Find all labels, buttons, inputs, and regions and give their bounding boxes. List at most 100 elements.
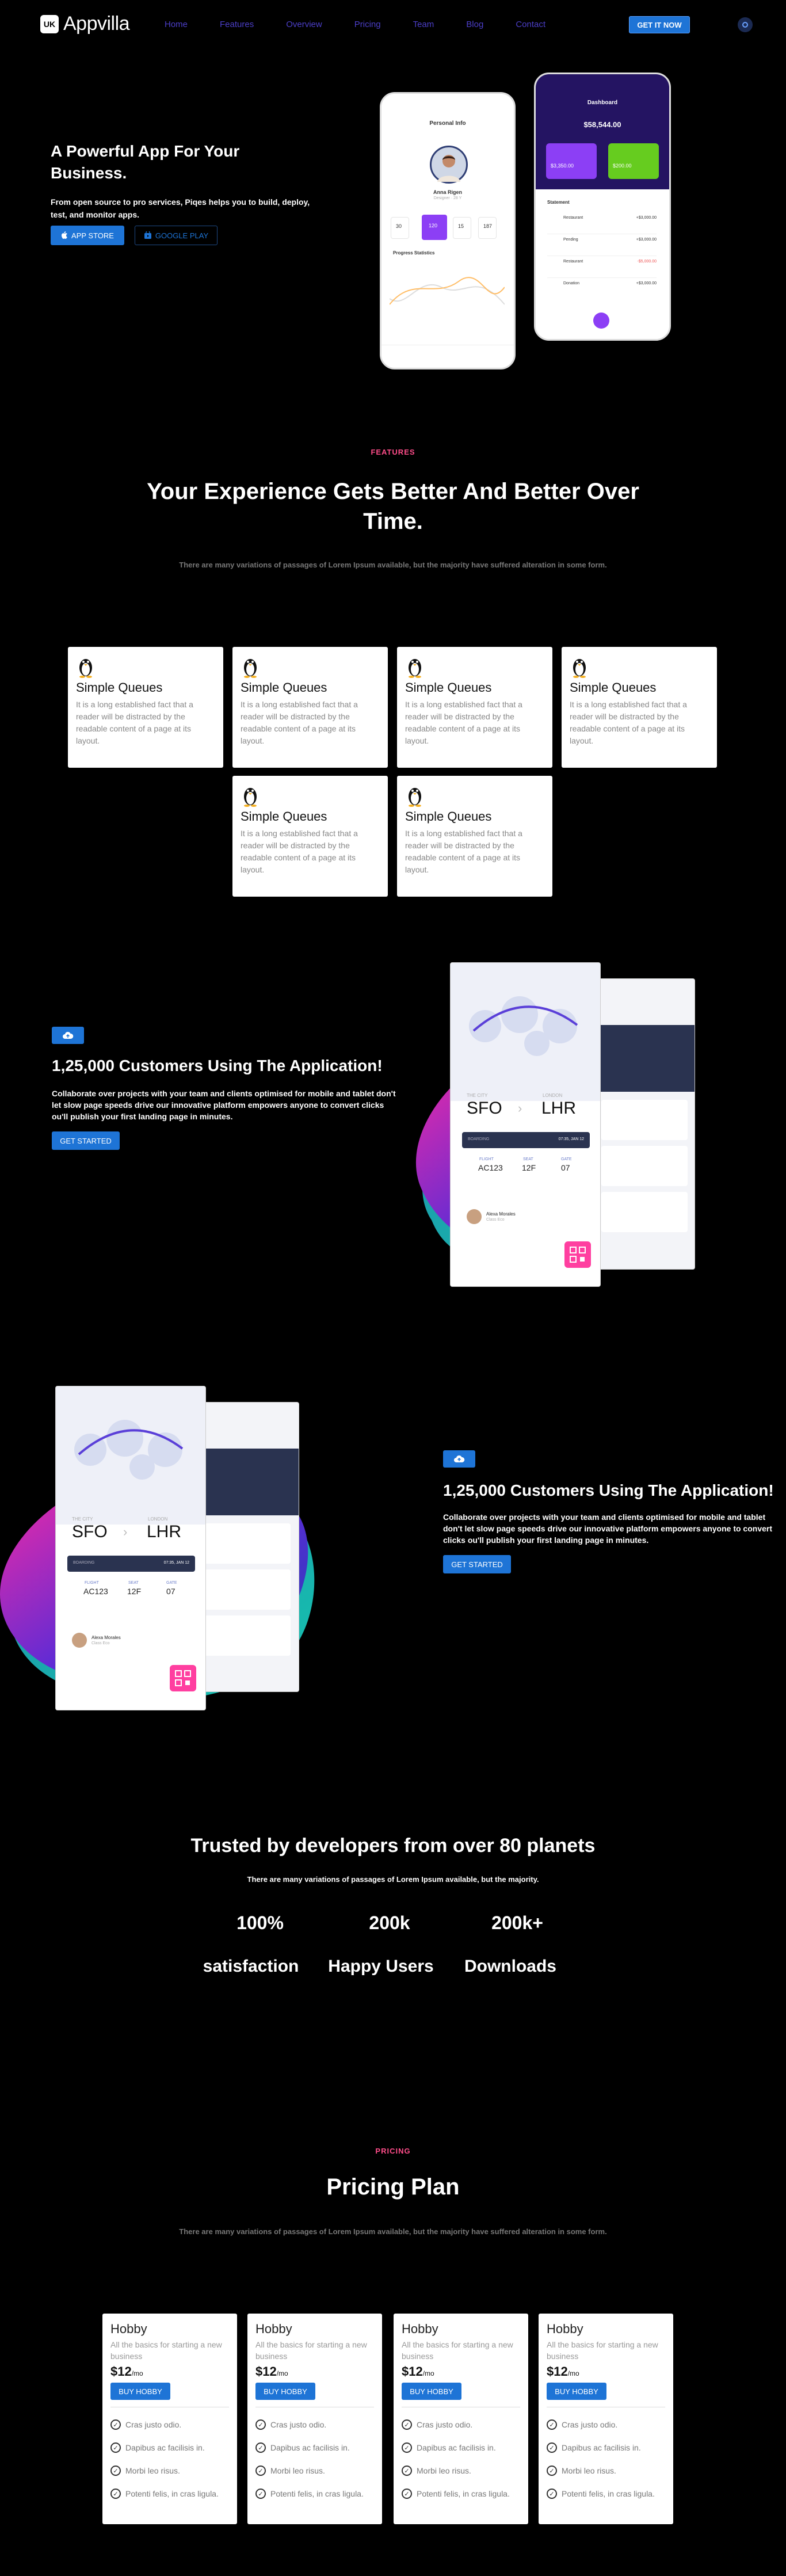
flight-option [601,1100,688,1140]
stat-label: Downloads [464,1957,556,1976]
feature-card-title: Simple Queues [241,809,327,824]
nav-link-team[interactable]: Team [413,20,434,29]
check-circle-icon: ✓ [110,2442,121,2453]
plan-price: $12/mo [402,2364,434,2379]
buy-hobby-button[interactable]: BUY HOBBY [110,2383,170,2400]
logo-badge: UK [40,14,59,33]
seat-label: SEAT [128,1581,139,1585]
gate: 07 [166,1587,175,1596]
check-circle-icon: ✓ [402,2466,412,2476]
world-map [451,963,600,1101]
from-code: SFO [467,1099,502,1118]
feature-card-title: Simple Queues [241,680,327,695]
nav-link-pricing[interactable]: Pricing [354,20,381,29]
phone-boarding-pass: THE CITY LONDON SFO › LHR BOARDING 07:35… [55,1386,206,1710]
get-started-button[interactable]: GET STARTED [443,1555,511,1573]
plan-price: $12/mo [255,2364,288,2379]
app-store-button[interactable]: APP STORE [51,226,124,245]
cloud-upload-icon [52,1027,84,1044]
stats-title: Trusted by developers from over 80 plane… [190,1835,596,1857]
stat-tile: 15 [453,217,471,239]
profile-name: Anna Rigen [433,189,462,195]
check-circle-icon: ✓ [255,2489,266,2499]
stat-tile: 187 [478,217,497,239]
statement-list: Restaurant +$3,000.00 Pending +$3,000.00 R… [547,212,657,300]
feature-card: Simple Queues It is a long established f… [232,776,388,897]
stat-tile: 30 [391,217,409,239]
passenger-avatar [72,1633,87,1648]
buy-hobby-button[interactable]: BUY HOBBY [255,2383,315,2400]
penguin-icon [79,659,92,678]
plan-feature: ✓ Morbi leo risus. [255,2459,374,2482]
nav-link-overview[interactable]: Overview [286,20,322,29]
plan-feature: ✓ Potenti felis, in cras ligula. [110,2482,229,2505]
flight-option [204,1523,291,1564]
check-circle-icon: ✓ [110,2419,121,2430]
plan-name: Hobby [255,2322,292,2336]
nav-link-blog[interactable]: Blog [466,20,483,29]
google-play-button[interactable]: GOOGLE PLAY [135,226,218,245]
plan-feature: ✓ Cras justo odio. [547,2413,665,2436]
nav-link-contact[interactable]: Contact [516,20,545,29]
dashboard-header: Dashboard [587,100,618,106]
boarding-bar: BOARDING 07:35, JAN 12 [67,1556,195,1572]
plan-feature: ✓ Dapibus ac facilisis in. [255,2436,374,2459]
gate-label: GATE [561,1157,572,1161]
avatar [430,146,468,184]
plan-description: All the basics for starting a new busine… [547,2340,658,2361]
pricing-card: Hobby All the basics for starting a new … [539,2314,673,2524]
buy-hobby-button[interactable]: BUY HOBBY [547,2383,606,2400]
get-it-now-button[interactable]: GET IT NOW [629,16,690,33]
showcase-title: 1,25,000 Customers Using The Application… [443,1481,774,1499]
phone-flights-list [595,978,695,1270]
arrow-icon: › [518,1101,522,1115]
stat-tile-active: 120 [422,215,447,240]
buy-hobby-button[interactable]: BUY HOBBY [402,2383,461,2400]
check-circle-icon: ✓ [402,2489,412,2499]
google-play-label: GOOGLE PLAY [155,231,209,240]
feature-card: Simple Queues It is a long established f… [397,647,552,768]
flight-option [601,1192,688,1232]
pricing-card: Hobby All the basics for starting a new … [102,2314,237,2524]
plan-feature: ✓ Cras justo odio. [402,2413,520,2436]
boarding-bar: BOARDING 07:35, JAN 12 [462,1132,590,1148]
passenger-class: Class Eco [91,1641,110,1645]
penguin-icon [409,659,421,678]
nav-link-home[interactable]: Home [165,20,188,29]
plan-name: Hobby [110,2322,147,2336]
flight-label: FLIGHT [479,1157,494,1161]
check-circle-icon: ✓ [255,2419,266,2430]
qr-code-icon [564,1241,591,1268]
nav-link-features[interactable]: Features [220,20,254,29]
passenger-name: Alexa Morales [91,1635,121,1640]
check-circle-icon: ✓ [547,2442,557,2453]
gate: 07 [561,1163,570,1172]
from-city: THE CITY [72,1516,93,1522]
dashboard-balance: $58,544.00 [583,120,621,129]
feature-card: Simple Queues It is a long established f… [232,647,388,768]
check-circle-icon: ✓ [547,2489,557,2499]
feature-card-title: Simple Queues [405,809,492,824]
get-started-button[interactable]: GET STARTED [52,1131,120,1150]
plan-name: Hobby [547,2322,583,2336]
logo[interactable]: UK Appvilla [40,13,130,35]
qr-code-icon [170,1665,196,1691]
plan-feature: ✓ Potenti felis, in cras ligula. [402,2482,520,2505]
phone-flights-list [198,1402,299,1692]
settings-icon[interactable] [738,17,753,32]
pricing-title: Pricing Plan [326,2174,460,2200]
world-map [56,1386,205,1525]
plan-description: All the basics for starting a new busine… [255,2340,367,2361]
phone-profile: Personal Info Anna Rigen Designer · 28 Y… [380,92,516,369]
flight-label: FLIGHT [85,1581,99,1585]
flight-option [601,1146,688,1186]
statement-title: Statement [547,200,570,205]
flight-filter-panel [596,1025,695,1092]
feature-card-text: It is a long established fact that a rea… [405,829,522,874]
progress-chart [390,277,505,305]
plan-feature: ✓ Potenti felis, in cras ligula. [255,2482,374,2505]
pricing-description: There are many variations of passages of… [179,2227,607,2236]
flight-option [204,1615,291,1656]
features-label: FEATURES [371,448,415,456]
seat-label: SEAT [523,1157,533,1161]
